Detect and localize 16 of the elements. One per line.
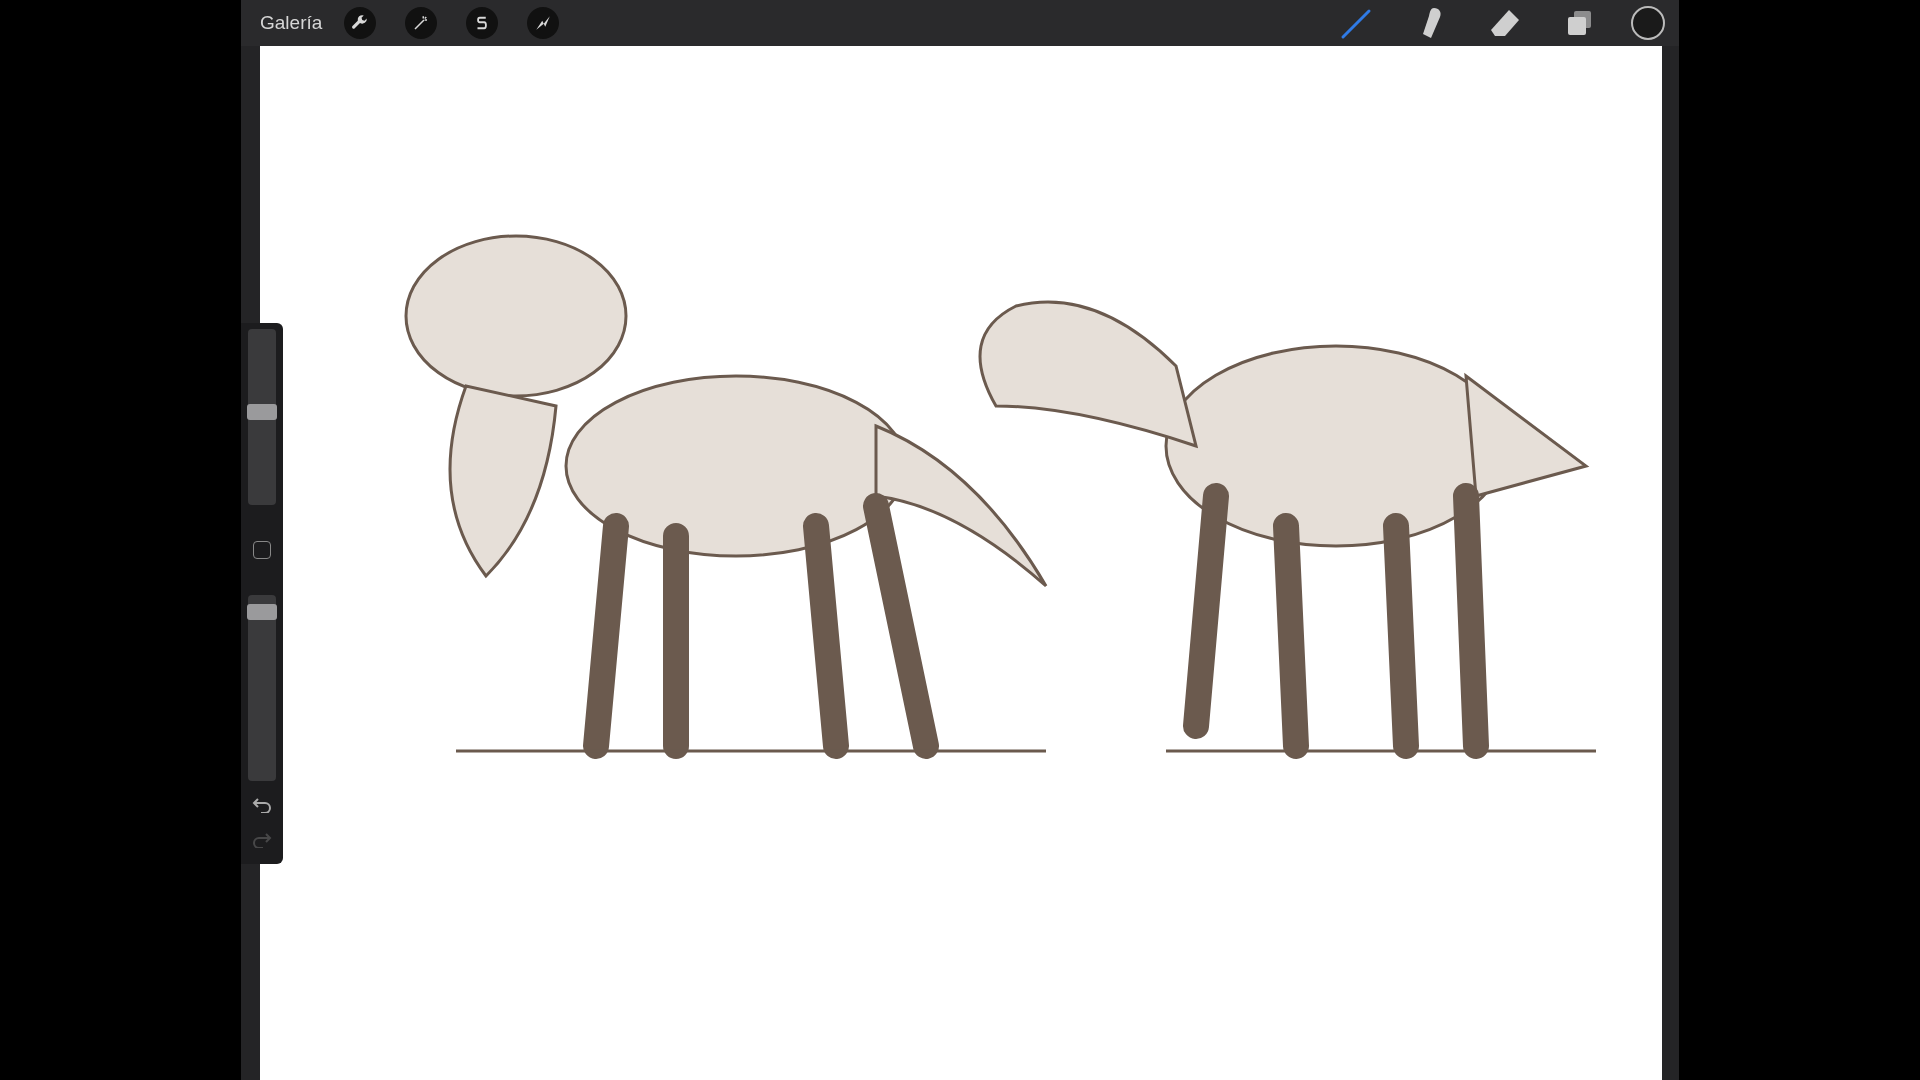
wrench-icon xyxy=(351,14,370,32)
eraser-icon xyxy=(1489,8,1521,38)
brush-size-slider[interactable] xyxy=(248,329,276,505)
layers-icon xyxy=(1565,9,1593,37)
color-swatch[interactable] xyxy=(1631,6,1665,40)
gallery-button[interactable]: Galería xyxy=(260,12,323,34)
slider-thumb[interactable] xyxy=(247,403,277,420)
undo-icon xyxy=(252,797,272,813)
undo-button[interactable] xyxy=(252,797,272,816)
slider-thumb[interactable] xyxy=(247,603,277,620)
action-button[interactable] xyxy=(344,7,377,39)
action-button[interactable] xyxy=(466,7,499,39)
opacity-slider[interactable] xyxy=(248,595,276,781)
modify-button[interactable] xyxy=(253,541,271,559)
redo-icon xyxy=(252,832,272,848)
action-button[interactable] xyxy=(527,7,560,39)
